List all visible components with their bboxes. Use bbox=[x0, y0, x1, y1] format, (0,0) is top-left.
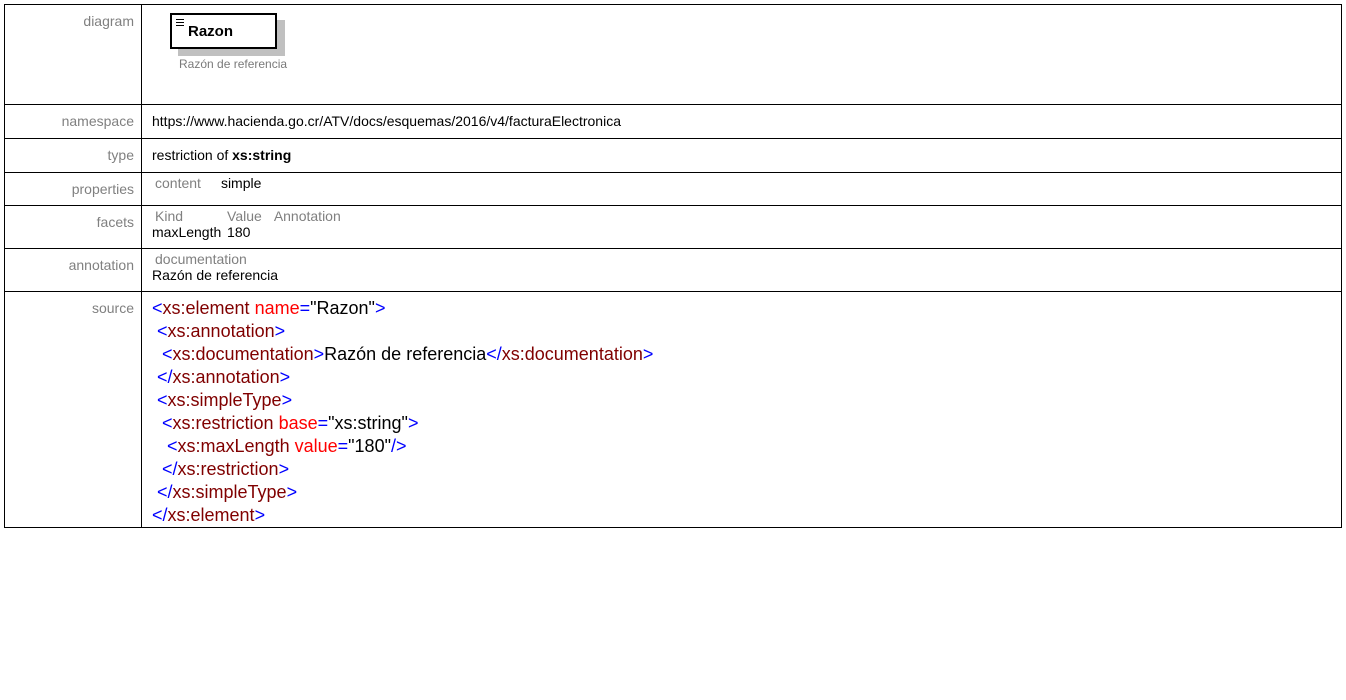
source-code: <xs:element name="Razon"> <xs:annotation… bbox=[152, 298, 654, 525]
facets-header-kind: Kind bbox=[155, 208, 184, 224]
diagram-label: diagram bbox=[4, 4, 142, 105]
code-tag: xs:element bbox=[162, 298, 250, 318]
properties-key: content bbox=[155, 175, 201, 191]
code-text: Razón de referencia bbox=[324, 344, 487, 364]
facets-table: Kind Value Annotation maxLength 180 bbox=[152, 208, 341, 240]
code-attr-value: "xs:string" bbox=[328, 413, 408, 433]
type-prefix: restriction of bbox=[152, 147, 233, 163]
facets-row: facets Kind Value Annotation maxLength 1… bbox=[4, 205, 1342, 249]
namespace-row: namespace https://www.hacienda.go.cr/ATV… bbox=[4, 104, 1342, 139]
element-doc-caption: Razón de referencia bbox=[179, 57, 288, 71]
annotation-row: annotation documentation Razón de refere… bbox=[4, 248, 1342, 292]
facets-label: facets bbox=[4, 205, 142, 249]
source-label: source bbox=[4, 291, 142, 528]
code-attr: name bbox=[254, 298, 300, 318]
properties-value: simple bbox=[220, 175, 262, 191]
facets-header-value: Value bbox=[227, 208, 262, 224]
code-tag: xs:annotation bbox=[172, 367, 280, 387]
code-attr-value: "180" bbox=[348, 436, 391, 456]
code-attr-value: "Razon" bbox=[310, 298, 375, 318]
properties-row: properties content simple bbox=[4, 172, 1342, 206]
code-attr: value bbox=[294, 436, 338, 456]
element-diagram: Razon Razón de referencia bbox=[152, 5, 1331, 104]
source-row: source <xs:element name="Razon"> <xs:ann… bbox=[4, 291, 1342, 528]
diagram-row: diagram Razon Razón de referencia bbox=[4, 4, 1342, 105]
element-box[interactable]: Razon bbox=[170, 13, 277, 49]
type-base[interactable]: xs:string bbox=[232, 147, 291, 163]
element-lines-icon bbox=[176, 19, 184, 28]
type-value: restriction of xs:string bbox=[152, 139, 1331, 163]
properties-label: properties bbox=[4, 172, 142, 206]
type-label: type bbox=[4, 138, 142, 173]
namespace-value: https://www.hacienda.go.cr/ATV/docs/esqu… bbox=[152, 113, 621, 129]
annotation-value: Razón de referencia bbox=[152, 267, 279, 283]
facet-value: 180 bbox=[227, 224, 251, 240]
code-tag: xs:annotation bbox=[167, 321, 275, 341]
code-tag: xs:simpleType bbox=[167, 390, 282, 410]
schema-doc-table: diagram Razon Razón de referencia namesp… bbox=[4, 4, 1342, 528]
code-tag: xs:restriction bbox=[172, 413, 274, 433]
code-attr: base bbox=[278, 413, 318, 433]
code-tag: xs:element bbox=[167, 505, 255, 525]
type-row: type restriction of xs:string bbox=[4, 138, 1342, 173]
facet-kind: maxLength bbox=[152, 224, 222, 240]
code-tag: xs:maxLength bbox=[177, 436, 290, 456]
code-tag: xs:simpleType bbox=[172, 482, 287, 502]
code-tag: xs:restriction bbox=[177, 459, 279, 479]
facet-annotation bbox=[274, 224, 341, 240]
properties-table: content simple bbox=[152, 175, 261, 191]
code-tag: xs:documentation bbox=[172, 344, 314, 364]
code-tag: xs:documentation bbox=[501, 344, 643, 364]
namespace-label: namespace bbox=[4, 104, 142, 139]
annotation-label: annotation bbox=[4, 248, 142, 292]
facets-header-annotation: Annotation bbox=[273, 208, 341, 224]
element-name: Razon bbox=[188, 23, 233, 40]
annotation-table: documentation Razón de referencia bbox=[152, 251, 278, 283]
annotation-key: documentation bbox=[155, 251, 247, 267]
